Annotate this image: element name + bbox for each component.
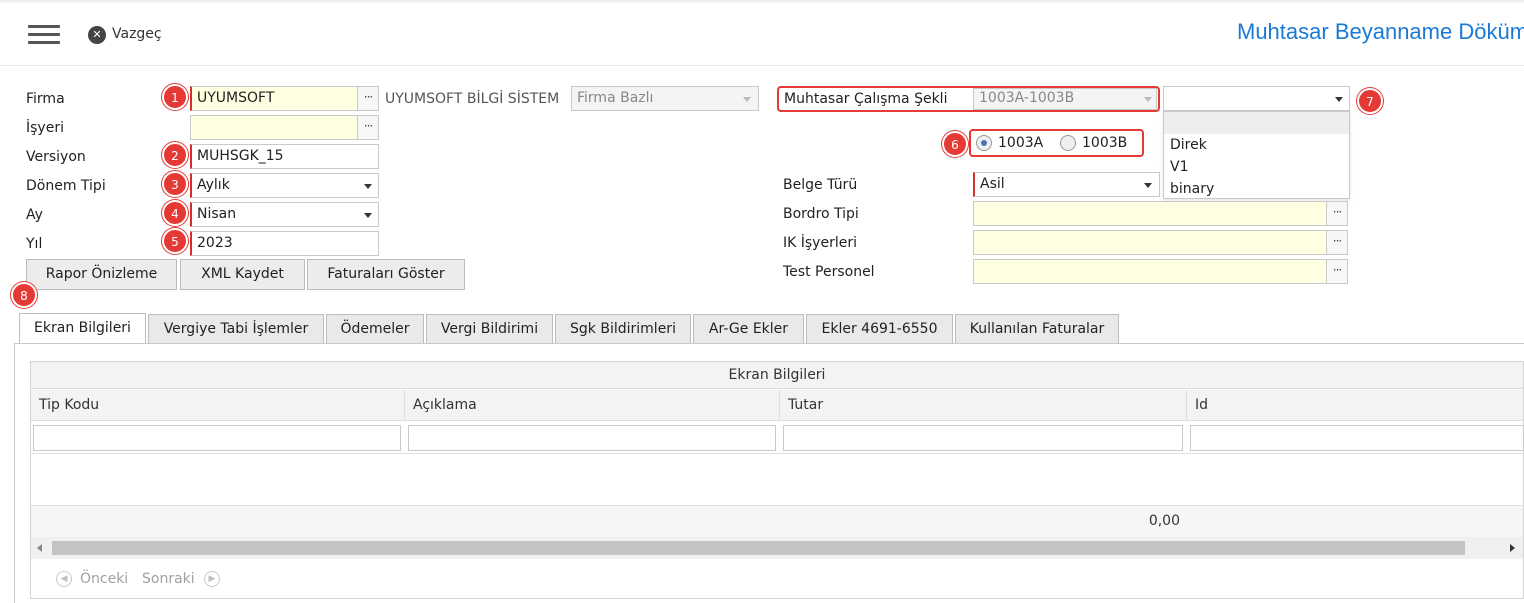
hamburger-icon[interactable] [28, 25, 60, 47]
chevron-down-icon [364, 213, 372, 218]
dropdown-option-v1[interactable]: V1 [1164, 156, 1349, 178]
tab-ekran-bilgileri[interactable]: Ekran Bilgileri [19, 313, 146, 344]
chevron-down-icon [743, 97, 751, 102]
yil-label: Yıl [26, 236, 43, 252]
donem-tipi-label: Dönem Tipi [26, 178, 106, 194]
top-shadow [0, 0, 1524, 4]
tab-kullanilan-faturalar[interactable]: Kullanılan Faturalar [955, 314, 1119, 344]
firma-lookup-button[interactable]: ··· [357, 86, 379, 111]
scrollbar-thumb[interactable] [52, 541, 1465, 555]
tab-ar-ge-ekler[interactable]: Ar-Ge Ekler [693, 314, 804, 344]
prev-page-button[interactable]: Önceki [80, 571, 128, 587]
annotation-badge-2: 2 [162, 142, 188, 168]
close-icon[interactable]: ✕ [88, 26, 106, 44]
ik-isyerleri-input[interactable] [973, 230, 1327, 255]
xml-kaydet-button[interactable]: XML Kaydet [180, 259, 305, 290]
annotation-badge-7: 7 [1357, 88, 1383, 114]
radio-1003a[interactable] [976, 135, 992, 151]
filter-aciklama[interactable] [408, 425, 776, 451]
dropdown-option-empty[interactable] [1164, 112, 1349, 134]
prev-page-icon[interactable]: ◀ [56, 571, 72, 587]
column-header-tutar[interactable]: Tutar [780, 390, 1187, 421]
radio-1003b-label: 1003B [1082, 135, 1128, 151]
muhtasar-label: Muhtasar Çalışma Şekli [784, 91, 948, 107]
filter-tip-kodu[interactable] [33, 425, 401, 451]
tab-odemeler[interactable]: Ödemeler [326, 314, 424, 344]
scroll-right-icon[interactable] [1510, 544, 1515, 552]
grid-footer-row [31, 505, 1523, 537]
yil-input[interactable]: 2023 [190, 231, 379, 256]
versiyon-label: Versiyon [26, 149, 86, 165]
faturalari-goster-button[interactable]: Faturaları Göster [307, 259, 465, 290]
annotation-badge-4: 4 [162, 200, 188, 226]
next-page-button[interactable]: Sonraki [142, 571, 195, 587]
test-personel-label: Test Personel [783, 264, 875, 280]
test-personel-input[interactable] [973, 259, 1327, 284]
page-title: Muhtasar Beyanname Döküm [1237, 19, 1524, 44]
versiyon-input[interactable]: MUHSGK_15 [190, 144, 379, 169]
grid-title: Ekran Bilgileri [31, 362, 1523, 389]
annotation-badge-3: 3 [162, 171, 188, 197]
annotation-badge-8: 8 [11, 282, 37, 308]
tab-ekler-4691-6550[interactable]: Ekler 4691-6550 [806, 314, 953, 344]
tab-sgk-bildirimleri[interactable]: Sgk Bildirimleri [555, 314, 691, 344]
chevron-down-icon [1335, 97, 1343, 102]
radio-1003a-label: 1003A [998, 135, 1044, 151]
bordro-tipi-label: Bordro Tipi [783, 206, 859, 222]
firma-label: Firma [26, 91, 65, 107]
ik-isyerleri-lookup-button[interactable]: ··· [1326, 230, 1348, 255]
bordro-tipi-input[interactable] [973, 201, 1327, 226]
calisma-sekli-dropdown: Direk V1 binary [1163, 111, 1350, 199]
tab-vergi-bildirimi[interactable]: Vergi Bildirimi [426, 314, 553, 344]
belge-turu-label: Belge Türü [783, 177, 858, 193]
isyeri-input[interactable] [190, 115, 358, 140]
bordro-tipi-lookup-button[interactable]: ··· [1326, 201, 1348, 226]
dropdown-option-binary[interactable]: binary [1164, 178, 1349, 200]
annotation-badge-5: 5 [162, 228, 188, 254]
calisma-sekli-select[interactable] [1163, 86, 1350, 111]
isyeri-label: İşyeri [26, 120, 64, 136]
cancel-button[interactable]: Vazgeç [112, 26, 162, 42]
tutar-total: 0,00 [1148, 513, 1180, 529]
ay-select[interactable]: Nisan [190, 202, 379, 227]
belge-turu-select[interactable]: Asil [973, 172, 1160, 197]
next-page-icon[interactable]: ▶ [204, 571, 220, 587]
column-header-tip-kodu[interactable]: Tip Kodu [31, 390, 405, 421]
column-header-id[interactable]: Id [1187, 390, 1523, 421]
filter-tutar[interactable] [783, 425, 1183, 451]
chevron-down-icon [364, 184, 372, 189]
filter-id[interactable] [1190, 425, 1524, 451]
chevron-down-icon [1144, 183, 1152, 188]
rapor-onizleme-button[interactable]: Rapor Önizleme [26, 259, 177, 290]
dropdown-option-direk[interactable]: Direk [1164, 134, 1349, 156]
firma-scope-select[interactable]: Firma Bazlı [571, 86, 759, 111]
tab-vergiye-tabi-islemler[interactable]: Vergiye Tabi İşlemler [148, 314, 324, 344]
ay-label: Ay [26, 207, 43, 223]
chevron-down-icon [1144, 97, 1152, 102]
firma-name: UYUMSOFT BİLGİ SİSTEM [385, 91, 560, 107]
annotation-badge-1: 1 [162, 84, 188, 110]
column-header-aciklama[interactable]: Açıklama [405, 390, 780, 421]
ik-isyerleri-label: IK İşyerleri [783, 235, 857, 251]
scroll-left-icon[interactable] [37, 544, 42, 552]
test-personel-lookup-button[interactable]: ··· [1326, 259, 1348, 284]
muhtasar-select[interactable]: 1003A-1003B [973, 88, 1157, 110]
radio-1003b[interactable] [1060, 135, 1076, 151]
annotation-badge-6: 6 [942, 131, 968, 157]
firma-input[interactable]: UYUMSOFT [190, 86, 358, 111]
grid-divider [31, 453, 1523, 454]
isyeri-lookup-button[interactable]: ··· [357, 115, 379, 140]
donem-tipi-select[interactable]: Aylık [190, 173, 379, 198]
